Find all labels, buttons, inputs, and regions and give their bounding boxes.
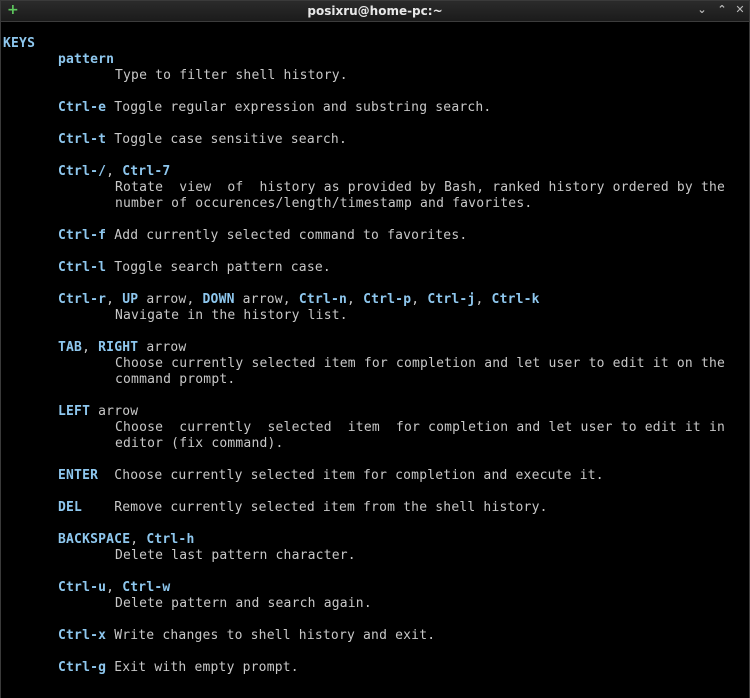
desc-ctrl-u: Delete pattern and search again.: [115, 596, 372, 611]
terminal-output[interactable]: KEYS pattern Type to filter shell histor…: [1, 22, 749, 698]
desc-ctrl-e: Toggle regular expression and substring …: [106, 100, 492, 115]
desc-del: Remove currently selected item from the …: [82, 500, 548, 515]
terminal-window: + posixru@home-pc:~ ⌄ ⌃ ✕ KEYS pattern T…: [0, 0, 750, 698]
key-ctrl-g: Ctrl-g: [58, 660, 107, 675]
key-ctrl-w: Ctrl-w: [122, 580, 171, 595]
key-ctrl-7: Ctrl-7: [122, 164, 171, 179]
key-left: LEFT: [58, 404, 91, 419]
entry-ctrl-l: Ctrl-l Toggle search pattern case.: [58, 260, 331, 276]
entry-tab: TAB, RIGHT arrow: [58, 340, 186, 356]
key-ctrl-r: Ctrl-r: [58, 292, 107, 307]
key-tab: TAB: [58, 340, 83, 355]
separator: ,: [82, 340, 99, 355]
key-ctrl-n: Ctrl-n: [298, 292, 348, 307]
entry-ctrl-t: Ctrl-t Toggle case sensitive search.: [58, 132, 347, 148]
key-ctrl-u: Ctrl-u: [58, 580, 107, 595]
key-ctrl-f: Ctrl-f: [58, 228, 107, 243]
desc-ctrl-f: Add currently selected command to favori…: [106, 228, 468, 243]
separator: ,: [106, 292, 123, 307]
desc-tab-1: Choose currently selected item for compl…: [115, 356, 726, 371]
close-icon[interactable]: ✕: [733, 3, 747, 17]
separator: ,: [106, 580, 123, 595]
separator: ,: [130, 532, 147, 547]
key-ctrl-k: Ctrl-k: [491, 292, 540, 307]
separator: ,: [411, 292, 428, 307]
key-ctrl-p: Ctrl-p: [363, 292, 412, 307]
arrow-suffix: arrow: [138, 340, 187, 355]
key-right: RIGHT: [98, 340, 139, 355]
desc-left-1: Choose currently selected item for compl…: [115, 420, 726, 435]
entry-left: LEFT arrow: [58, 404, 138, 420]
separator: ,: [347, 292, 364, 307]
key-down: DOWN: [202, 292, 235, 307]
maximize-icon[interactable]: ⌃: [715, 3, 729, 17]
entry-ctrl-g: Ctrl-g Exit with empty prompt.: [58, 660, 299, 676]
separator: arrow,: [138, 292, 203, 307]
key-ctrl-slash: Ctrl-/: [58, 164, 107, 179]
key-pattern: pattern: [58, 52, 115, 67]
entry-ctrl-f: Ctrl-f Add currently selected command to…: [58, 228, 467, 244]
desc-ctrl-t: Toggle case sensitive search.: [106, 132, 347, 147]
section-keys: KEYS: [3, 36, 36, 51]
key-ctrl-h: Ctrl-h: [146, 532, 195, 547]
key-del: DEL: [58, 500, 83, 515]
entry-pattern: pattern: [58, 52, 114, 68]
section-heading: KEYS: [3, 36, 35, 52]
desc-navigate: Navigate in the history list.: [115, 308, 348, 323]
entry-ctrl-e: Ctrl-e Toggle regular expression and sub…: [58, 100, 491, 116]
desc-ctrl-g: Exit with empty prompt.: [106, 660, 299, 675]
key-up: UP: [122, 292, 139, 307]
title-bar[interactable]: + posixru@home-pc:~ ⌄ ⌃ ✕: [1, 1, 749, 22]
desc-rotate-2: number of occurences/length/timestamp an…: [115, 196, 533, 211]
desc-ctrl-l: Toggle search pattern case.: [106, 260, 331, 275]
entry-del: DEL Remove currently selected item from …: [58, 500, 548, 516]
key-backspace: BACKSPACE: [58, 532, 131, 547]
separator: ,: [475, 292, 492, 307]
entry-backspace: BACKSPACE, Ctrl-h: [58, 532, 194, 548]
separator: arrow,: [234, 292, 299, 307]
key-enter: ENTER: [58, 468, 99, 483]
entry-ctrl-u: Ctrl-u, Ctrl-w: [58, 580, 170, 596]
arrow-suffix: arrow: [90, 404, 139, 419]
desc-enter: Choose currently selected item for compl…: [98, 468, 604, 483]
entry-ctrl-x: Ctrl-x Write changes to shell history an…: [58, 628, 435, 644]
entry-rotate: Ctrl-/, Ctrl-7: [58, 164, 170, 180]
desc-left-2: editor (fix command).: [115, 436, 284, 451]
key-ctrl-j: Ctrl-j: [427, 292, 476, 307]
minimize-icon[interactable]: ⌄: [695, 3, 709, 17]
desc-backspace: Delete last pattern character.: [115, 548, 356, 563]
key-ctrl-t: Ctrl-t: [58, 132, 107, 147]
desc-pattern: Type to filter shell history.: [115, 68, 348, 83]
separator: ,: [106, 164, 123, 179]
entry-enter: ENTER Choose currently selected item for…: [58, 468, 604, 484]
window-title: posixru@home-pc:~: [307, 4, 443, 18]
key-ctrl-e: Ctrl-e: [58, 100, 107, 115]
desc-rotate-1: Rotate view of history as provided by Ba…: [115, 180, 726, 195]
key-ctrl-l: Ctrl-l: [58, 260, 107, 275]
entry-navigate: Ctrl-r, UP arrow, DOWN arrow, Ctrl-n, Ct…: [58, 292, 540, 308]
key-ctrl-x: Ctrl-x: [58, 628, 107, 643]
desc-ctrl-x: Write changes to shell history and exit.: [106, 628, 436, 643]
desc-tab-2: command prompt.: [115, 372, 236, 387]
